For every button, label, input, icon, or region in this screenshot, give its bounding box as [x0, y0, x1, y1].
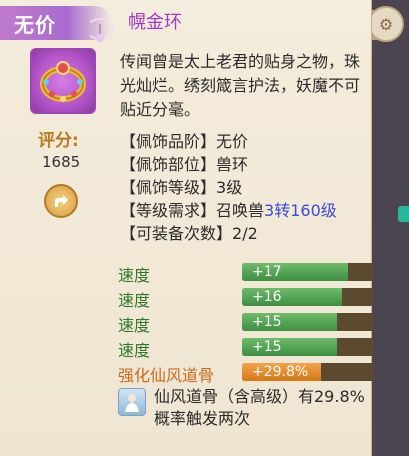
stat-row: 速度 +15	[118, 310, 374, 335]
stat-label: 速度	[118, 316, 151, 335]
property-row: 【佩饰部位】兽环	[120, 153, 370, 176]
stat-label: 速度	[118, 291, 151, 310]
property-value: 兽环	[216, 155, 249, 174]
gear-icon[interactable]: ⚙	[368, 6, 404, 42]
property-value: 3级	[216, 178, 243, 197]
item-name: 幌金环	[128, 12, 182, 33]
stat-value: +15	[252, 314, 282, 330]
stat-row: 速度 +16	[118, 285, 374, 310]
property-label: 【佩饰等级】	[120, 178, 217, 197]
rank-label: 无价	[14, 13, 56, 37]
skill-description: 仙风道骨（含高级）有29.8%概率触发两次	[154, 387, 365, 428]
property-value: 2/2	[232, 224, 258, 243]
item-description: 传闻曾是太上老君的贴身之物，珠光灿烂。绣刻箴言护法，妖魔不可贴近分毫。	[120, 52, 361, 119]
stat-label: 速度	[118, 341, 151, 360]
item-tooltip: 无价 幌金环 评分: 1685 传闻曾是太上老君的贴身之物，珠光灿烂。绣刻箴言护…	[0, 0, 374, 456]
stat-label: 速度	[118, 266, 151, 285]
stat-bar: +29.8%	[242, 363, 374, 381]
stat-bar: +15	[242, 338, 374, 356]
property-value: 召唤兽	[216, 201, 265, 220]
score-label: 评分:	[38, 131, 79, 151]
stat-value: +16	[252, 289, 282, 305]
stat-value: +15	[252, 339, 282, 355]
side-tab[interactable]	[398, 206, 409, 222]
stat-bar: +16	[242, 288, 374, 306]
property-row: 【可装备次数】2/2	[120, 222, 370, 245]
property-row: 【佩饰等级】3级	[120, 176, 370, 199]
stat-value: +29.8%	[252, 364, 309, 380]
property-label: 【可装备次数】	[120, 224, 233, 243]
stat-row-special: 强化仙风道骨 +29.8%	[118, 360, 374, 385]
stat-label: 强化仙风道骨	[118, 366, 215, 385]
immortal-sage-icon[interactable]	[118, 388, 146, 416]
stat-row: 速度 +17	[118, 260, 374, 285]
stat-list: 速度 +17 速度 +16 速度 +15 速度 +15 强化仙风道骨 +29.8…	[118, 260, 374, 385]
stat-row: 速度 +15	[118, 335, 374, 360]
property-row: 【佩饰品阶】无价	[120, 130, 370, 153]
property-list: 【佩饰品阶】无价 【佩饰部位】兽环 【佩饰等级】3级 【等级需求】召唤兽3转16…	[120, 130, 370, 245]
property-value: 无价	[216, 132, 249, 151]
property-label: 【佩饰部位】	[120, 155, 217, 174]
score-value: 1685	[42, 153, 81, 171]
property-row: 【等级需求】召唤兽3转160级	[120, 199, 370, 222]
stat-value: +17	[252, 264, 282, 280]
property-label: 【佩饰品阶】	[120, 132, 217, 151]
property-highlight: 3转160级	[264, 201, 337, 220]
property-label: 【等级需求】	[120, 201, 217, 220]
stat-bar: +15	[242, 313, 374, 331]
ring-accessory-icon	[30, 48, 96, 114]
pin-ornament-icon	[96, 24, 104, 42]
stat-bar: +17	[242, 263, 374, 281]
share-icon[interactable]	[44, 184, 78, 218]
